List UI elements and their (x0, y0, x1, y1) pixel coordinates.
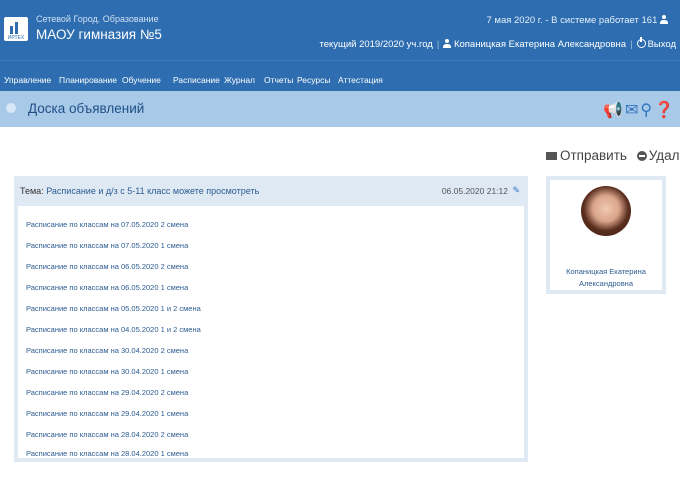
date-status: 7 мая 2020 г. - В системе работает 161 (486, 15, 668, 26)
help-icon[interactable]: ❓ (654, 102, 674, 119)
schedule-link[interactable]: Расписание по классам на 05.05.2020 1 и … (26, 304, 201, 313)
topic-label: Тема: (20, 186, 44, 196)
author-avatar (581, 186, 631, 236)
author-card-inner: Копаницкая Екатерина Александровна (550, 180, 662, 290)
announcement-body: Расписание по классам на 07.05.2020 2 см… (18, 206, 524, 458)
system-name: Сетевой Город. Образование (36, 14, 159, 24)
nav-item-management[interactable]: Управление (4, 75, 51, 85)
nav-item-journal[interactable]: Журнал (224, 75, 255, 85)
minus-circle-icon (636, 151, 647, 161)
edit-pencil-icon[interactable]: ✎ (512, 185, 520, 196)
schedule-link[interactable]: Расписание по классам на 30.04.2020 2 см… (26, 346, 188, 355)
nav-item-attestation[interactable]: Аттестация (338, 75, 383, 85)
user-info: текущий 2019/2020 уч.год | Копаницкая Ека… (319, 37, 676, 50)
nav-item-resources[interactable]: Ресурсы (297, 75, 331, 85)
power-icon (636, 37, 646, 48)
school-name: МАОУ гимназия №5 (36, 27, 162, 42)
date-status-text: 7 мая 2020 г. - В системе работает 161 (486, 15, 658, 26)
page-title: Доска объявлений (28, 101, 145, 116)
schedule-link[interactable]: Расписание по классам на 06.05.2020 2 см… (26, 262, 188, 271)
delete-button[interactable]: Удалить (649, 148, 680, 163)
schedule-link[interactable]: Расписание по классам на 30.04.2020 1 см… (26, 367, 188, 376)
megaphone-icon[interactable]: 📢 (603, 102, 623, 119)
board-icon (6, 103, 16, 113)
schedule-link[interactable]: Расписание по классам на 06.05.2020 1 см… (26, 283, 188, 292)
announcement-header: Тема: Расписание и д/з с 5-11 класс може… (20, 186, 259, 196)
schedule-link[interactable]: Расписание по классам на 29.04.2020 2 см… (26, 388, 188, 397)
announcement-topic[interactable]: Расписание и д/з с 5-11 класс можете про… (46, 186, 259, 196)
nav-item-learning[interactable]: Обучение (122, 75, 161, 85)
user-name[interactable]: Копаницкая Екатерина Александровна (454, 39, 626, 50)
logout-link[interactable]: Выход (648, 39, 676, 50)
schedule-link[interactable]: Расписание по классам на 29.04.2020 1 см… (26, 409, 188, 418)
user-icon (443, 39, 452, 48)
top-header: ИРТЕХ Сетевой Город. Образование МАОУ ги… (0, 0, 680, 60)
irtech-logo: ИРТЕХ (4, 17, 28, 41)
schedule-link[interactable]: Расписание по классам на 28.04.2020 2 см… (26, 430, 188, 439)
schedule-link[interactable]: Расписание по классам на 07.05.2020 2 см… (26, 220, 188, 229)
schedule-link[interactable]: Расписание по классам на 07.05.2020 1 см… (26, 241, 188, 250)
board-actions: Отправить Удалить (546, 148, 680, 163)
online-users-icon (660, 15, 668, 24)
main-nav: Управление Планирование Обучение Расписа… (0, 60, 680, 91)
titlebar-tools: 📢 ✉ ⚲ ❓ (601, 100, 674, 120)
nav-item-reports[interactable]: Отчеты (264, 75, 293, 85)
schedule-link[interactable]: Расписание по классам на 04.05.2020 1 и … (26, 325, 201, 334)
send-button[interactable]: Отправить (560, 148, 627, 163)
author-name[interactable]: Копаницкая Екатерина Александровна (550, 266, 662, 290)
nav-item-schedule[interactable]: Расписание (173, 75, 220, 85)
schedule-link[interactable]: Расписание по классам на 28.04.2020 1 см… (26, 449, 188, 458)
page-titlebar: Доска объявлений 📢 ✉ ⚲ ❓ (0, 91, 680, 127)
author-card: Копаницкая Екатерина Александровна (546, 176, 666, 294)
school-year[interactable]: текущий 2019/2020 уч.год (319, 39, 432, 50)
mail-icon[interactable]: ✉ (625, 102, 638, 119)
envelope-icon (546, 152, 557, 160)
announcement-card: Тема: Расписание и д/з с 5-11 класс може… (14, 176, 528, 462)
nav-item-planning[interactable]: Планирование (59, 75, 117, 85)
announcement-date: 06.05.2020 21:12 (441, 186, 508, 196)
search-icon[interactable]: ⚲ (640, 102, 652, 119)
